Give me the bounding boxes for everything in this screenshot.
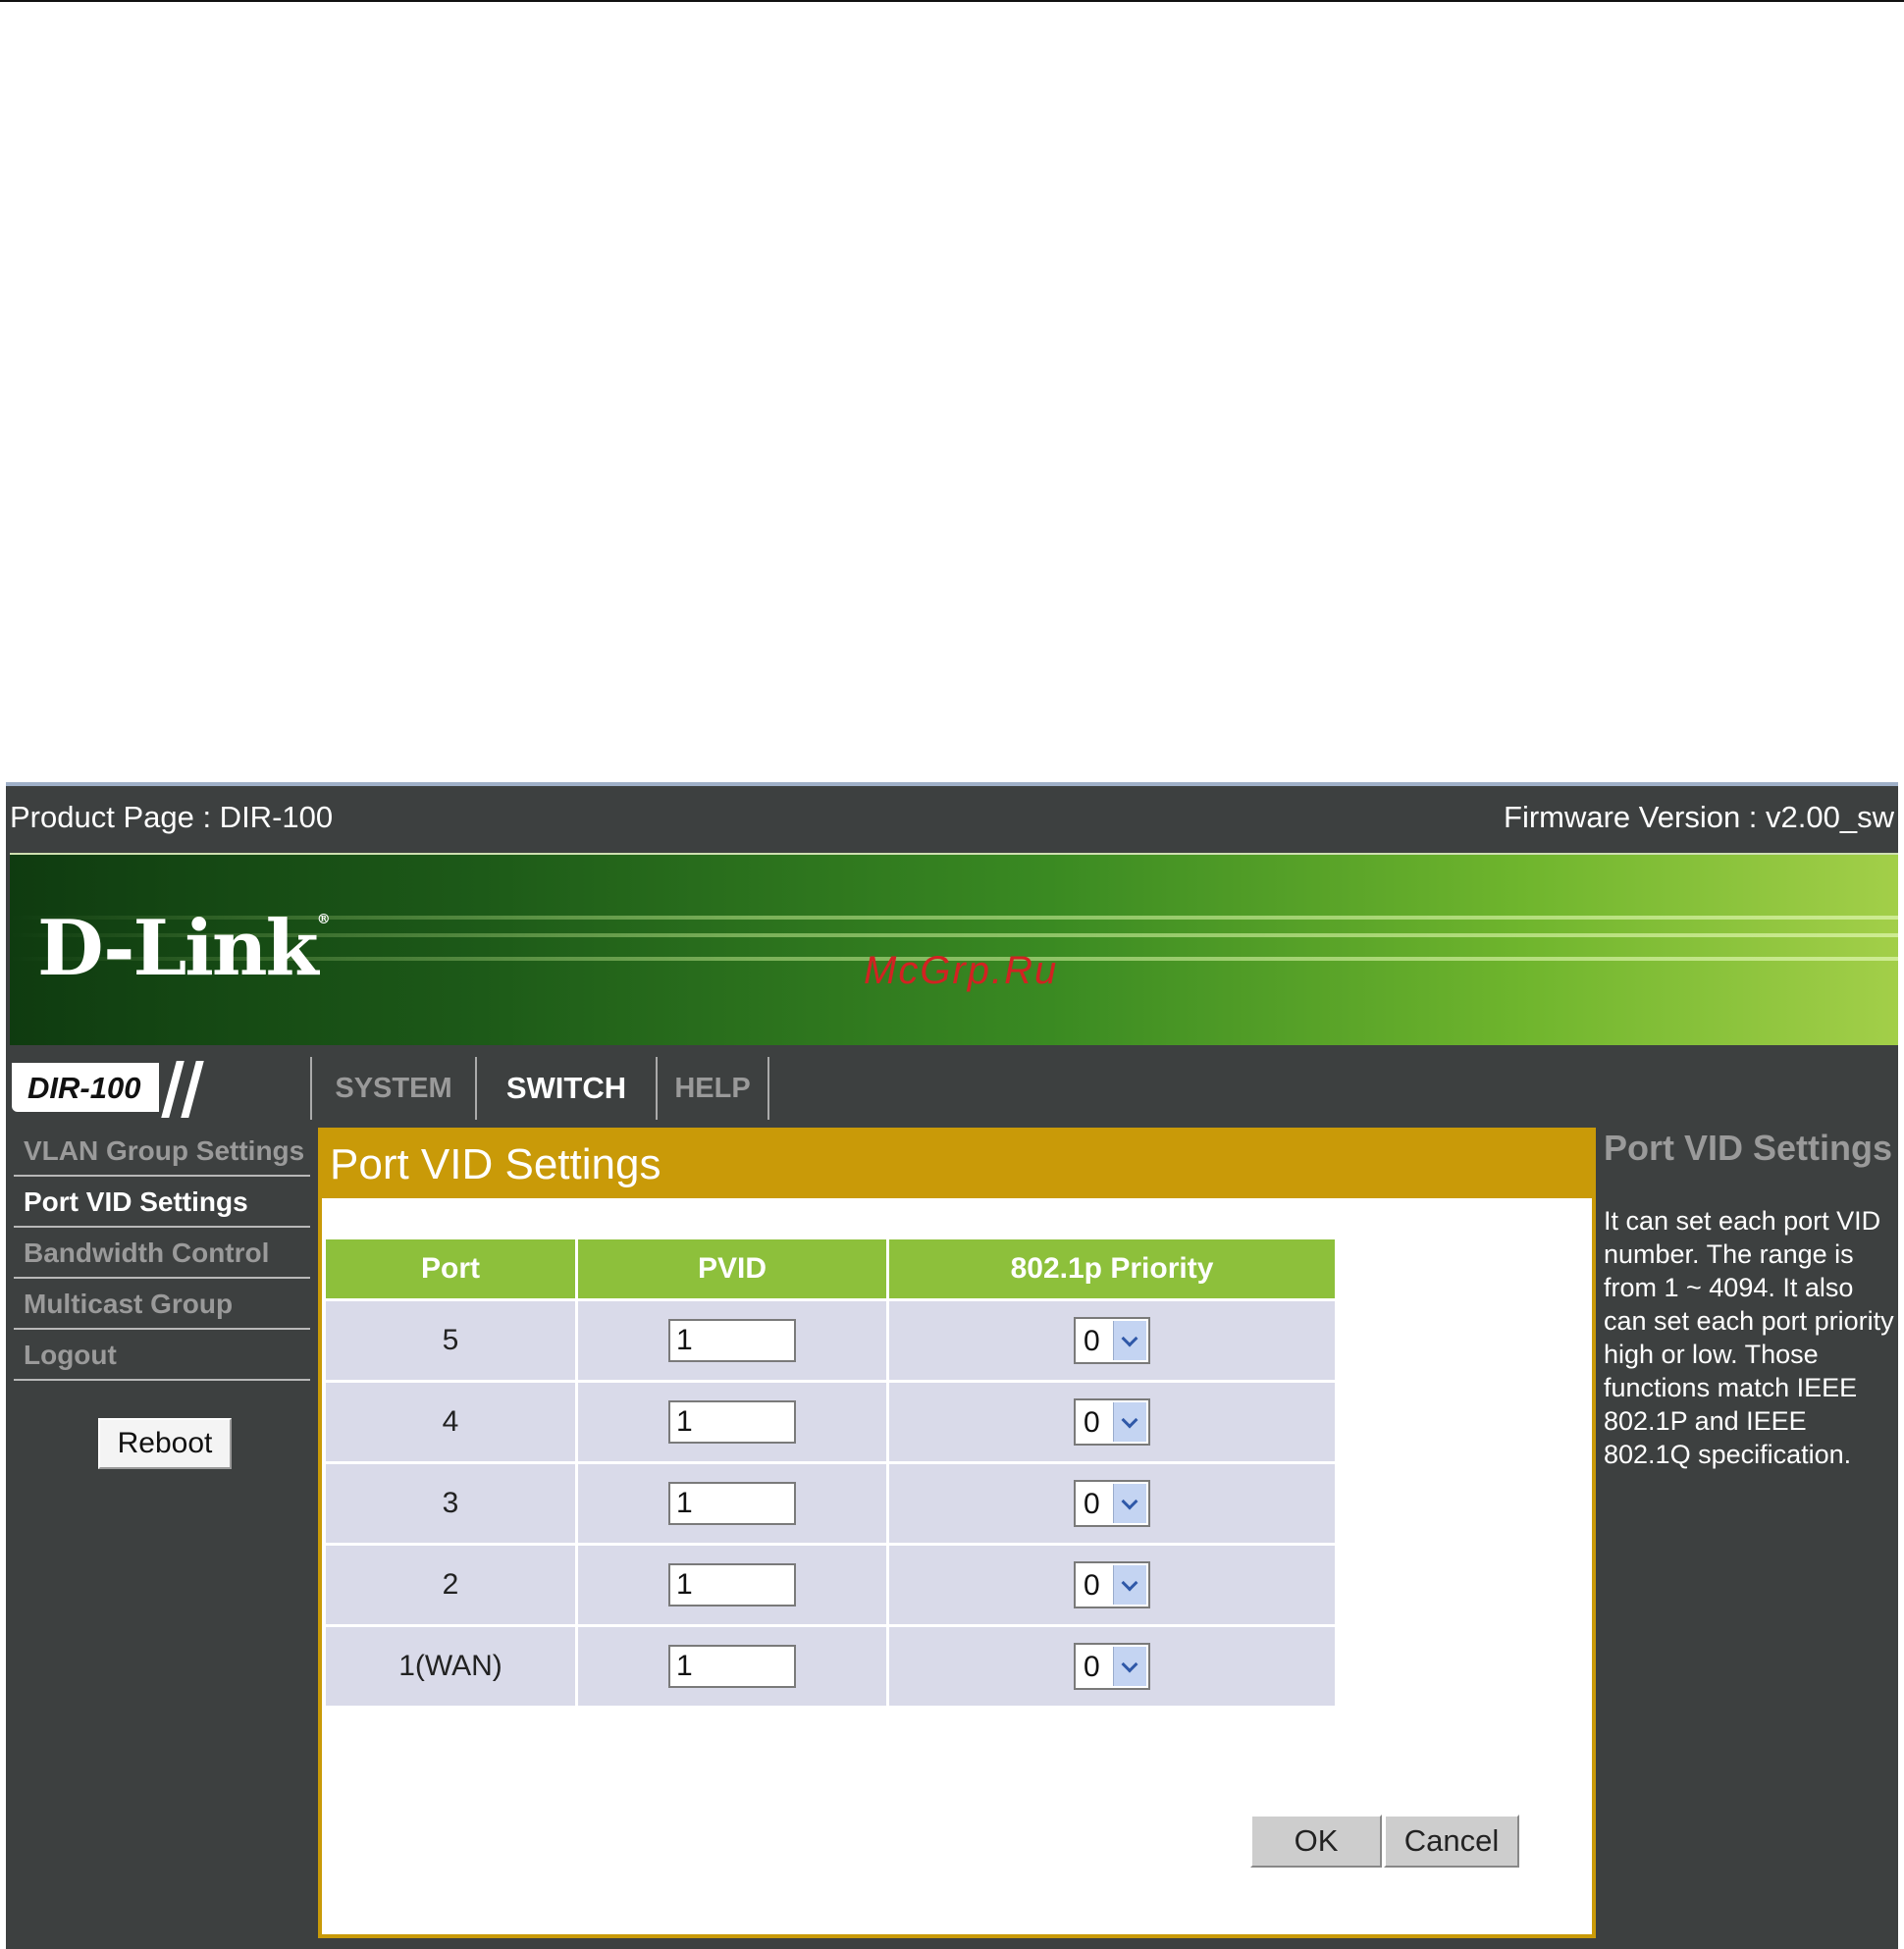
help-panel: Port VID Settings It can set each port V… bbox=[1602, 1128, 1898, 1949]
priority-value: 0 bbox=[1084, 1406, 1100, 1439]
model-label: DIR-100 bbox=[27, 1071, 141, 1105]
port-cell: 1(WAN) bbox=[326, 1624, 578, 1706]
priority-cell: 0 bbox=[887, 1543, 1335, 1626]
table-row: 5 0 bbox=[326, 1298, 1335, 1382]
router-page: Product Page : DIR-100 Firmware Version … bbox=[6, 782, 1898, 1949]
port-vid-table: Port PVID 802.1p Priority 5 0 4 0 3 bbox=[326, 1239, 1335, 1706]
port-cell: 3 bbox=[326, 1461, 578, 1545]
priority-cell: 0 bbox=[887, 1298, 1335, 1382]
top-rule bbox=[0, 0, 1904, 2]
chevron-down-icon[interactable] bbox=[1113, 1402, 1146, 1442]
priority-select[interactable]: 0 bbox=[1074, 1561, 1150, 1608]
registered-mark: ® bbox=[316, 912, 331, 927]
priority-cell: 0 bbox=[887, 1380, 1335, 1463]
sidebar: VLAN Group Settings Port VID Settings Ba… bbox=[14, 1128, 310, 1949]
column-header-priority: 802.1p Priority bbox=[887, 1239, 1335, 1300]
column-header-port: Port bbox=[326, 1239, 578, 1300]
column-header-pvid: PVID bbox=[576, 1239, 889, 1300]
chevron-down-icon[interactable] bbox=[1113, 1565, 1146, 1605]
port-cell: 4 bbox=[326, 1380, 578, 1463]
priority-value: 0 bbox=[1084, 1325, 1100, 1357]
pvid-cell bbox=[576, 1380, 889, 1463]
sidebar-item-bandwidth-control[interactable]: Bandwidth Control bbox=[14, 1230, 310, 1279]
sidebar-item-multicast-group[interactable]: Multicast Group bbox=[14, 1281, 310, 1330]
priority-select[interactable]: 0 bbox=[1074, 1480, 1150, 1527]
pvid-cell bbox=[576, 1624, 889, 1706]
sidebar-item-port-vid-settings[interactable]: Port VID Settings bbox=[14, 1179, 310, 1228]
cancel-button[interactable]: Cancel bbox=[1384, 1815, 1519, 1868]
pvid-input[interactable] bbox=[668, 1482, 796, 1525]
tab-system[interactable]: SYSTEM bbox=[310, 1057, 475, 1120]
priority-select[interactable]: 0 bbox=[1074, 1398, 1150, 1446]
pvid-input[interactable] bbox=[668, 1563, 796, 1607]
brand-name: D-Link bbox=[37, 904, 319, 993]
pvid-input[interactable] bbox=[668, 1645, 796, 1688]
badge-slash bbox=[181, 1061, 204, 1118]
pvid-input[interactable] bbox=[668, 1400, 796, 1444]
tab-switch[interactable]: SWITCH bbox=[475, 1057, 656, 1120]
priority-cell: 0 bbox=[887, 1624, 1335, 1706]
page-title: Port VID Settings bbox=[322, 1132, 1592, 1198]
ok-button[interactable]: OK bbox=[1250, 1815, 1382, 1868]
chevron-down-icon[interactable] bbox=[1113, 1647, 1146, 1686]
product-page-label: Product Page : DIR-100 bbox=[10, 800, 334, 834]
table-row: 1(WAN) 0 bbox=[326, 1624, 1335, 1706]
priority-select[interactable]: 0 bbox=[1074, 1643, 1150, 1690]
pvid-cell bbox=[576, 1461, 889, 1545]
sidebar-item-logout[interactable]: Logout bbox=[14, 1332, 310, 1381]
port-cell: 5 bbox=[326, 1298, 578, 1382]
dlink-logo: D-Link® bbox=[37, 904, 331, 993]
sidebar-item-vlan-group-settings[interactable]: VLAN Group Settings bbox=[14, 1128, 310, 1177]
priority-select[interactable]: 0 bbox=[1074, 1317, 1150, 1364]
priority-cell: 0 bbox=[887, 1461, 1335, 1545]
table-row: 2 0 bbox=[326, 1543, 1335, 1626]
port-cell: 2 bbox=[326, 1543, 578, 1626]
priority-value: 0 bbox=[1084, 1569, 1100, 1602]
priority-value: 0 bbox=[1084, 1488, 1100, 1520]
pvid-input[interactable] bbox=[668, 1319, 796, 1362]
priority-value: 0 bbox=[1084, 1651, 1100, 1683]
chevron-down-icon[interactable] bbox=[1113, 1484, 1146, 1523]
chevron-down-icon[interactable] bbox=[1113, 1321, 1146, 1360]
top-info-bar: Product Page : DIR-100 Firmware Version … bbox=[6, 782, 1898, 845]
pvid-cell bbox=[576, 1298, 889, 1382]
brand-banner: D-Link® McGrp.Ru bbox=[10, 853, 1898, 1045]
port-vid-panel: Port VID Settings Port PVID 802.1p Prior… bbox=[318, 1128, 1596, 1938]
firmware-version-label: Firmware Version : v2.00_sw bbox=[1504, 800, 1894, 834]
badge-slash bbox=[161, 1061, 185, 1118]
table-header-row: Port PVID 802.1p Priority bbox=[326, 1239, 1335, 1300]
pvid-cell bbox=[576, 1543, 889, 1626]
main-nav: DIR-100 SYSTEM SWITCH HELP bbox=[6, 1057, 1898, 1120]
model-badge: DIR-100 bbox=[12, 1061, 310, 1118]
help-text: It can set each port VID number. The ran… bbox=[1604, 1206, 1894, 1469]
table-row: 4 0 bbox=[326, 1380, 1335, 1463]
tab-help[interactable]: HELP bbox=[656, 1057, 769, 1120]
help-title: Port VID Settings bbox=[1604, 1128, 1893, 1168]
watermark-text: McGrp.Ru bbox=[864, 949, 1059, 992]
table-row: 3 0 bbox=[326, 1461, 1335, 1545]
reboot-button[interactable]: Reboot bbox=[98, 1418, 232, 1469]
